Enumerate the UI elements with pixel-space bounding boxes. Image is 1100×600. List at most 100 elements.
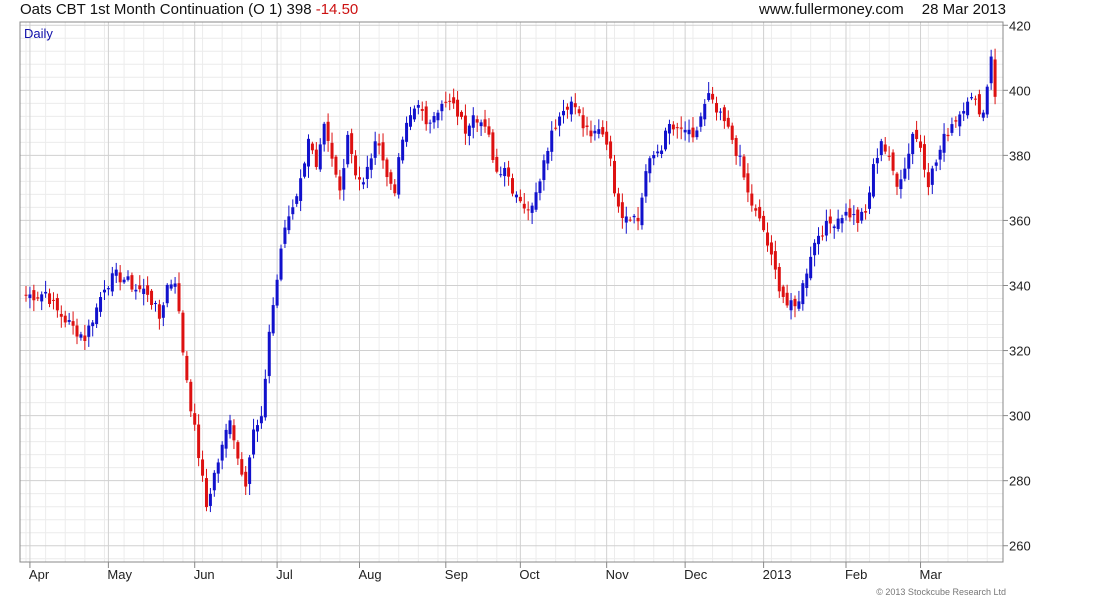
x-tick-label: Dec [684, 567, 708, 582]
candle-body [671, 124, 675, 130]
candle-body [32, 290, 36, 301]
candle-body [530, 205, 534, 213]
candle-body [48, 293, 52, 304]
candle-body [766, 232, 770, 246]
candle-body [397, 157, 401, 195]
candle-body [314, 149, 318, 167]
candle-body [581, 115, 585, 129]
candle-body [412, 108, 416, 120]
candle-body [452, 97, 456, 104]
candle-body [907, 153, 911, 169]
candle-body [977, 94, 981, 115]
candle-body [40, 294, 44, 302]
candle-body [487, 126, 491, 135]
candle-body [703, 103, 707, 120]
candle-body [236, 442, 240, 459]
candle-body [330, 142, 334, 159]
candle-body [55, 298, 59, 311]
candle-body [71, 321, 75, 326]
candle-body [150, 290, 154, 305]
candle-body [63, 315, 67, 323]
candle-body [856, 209, 860, 223]
candle-body [911, 133, 915, 155]
candle-body [393, 184, 397, 194]
candle-body [919, 141, 923, 148]
x-tick-label: Sep [445, 567, 468, 582]
candle-body [699, 116, 703, 127]
candle-body [373, 141, 377, 158]
candle-body [511, 178, 514, 194]
candle-body [216, 462, 220, 474]
candle-body [926, 172, 930, 188]
x-tick-label: Aug [358, 567, 381, 582]
candle-body [83, 335, 87, 341]
candle-body [303, 163, 307, 177]
candle-body [467, 125, 471, 136]
candle-body [930, 168, 934, 185]
candle-body [354, 155, 358, 176]
candle-body [436, 112, 440, 121]
candle-body [981, 112, 985, 118]
candle-body [660, 150, 664, 154]
candle-body [554, 127, 558, 129]
candle-body [385, 159, 389, 178]
candle-body [142, 288, 146, 295]
candle-body [350, 133, 354, 154]
candle-body [962, 111, 966, 114]
candle-body [369, 158, 373, 170]
candle-body [67, 320, 71, 322]
candle-body [161, 305, 165, 318]
candle-body [675, 127, 679, 129]
candle-body [275, 279, 279, 306]
candle-body [28, 294, 32, 299]
candle-body [985, 86, 989, 115]
x-tick-label: Apr [29, 567, 50, 582]
candle-body [664, 130, 668, 150]
candle-body [444, 101, 448, 103]
candle-body [240, 459, 244, 475]
candle-body [534, 192, 538, 210]
candle-body [428, 122, 432, 124]
copyright-notice: © 2013 Stockcube Research Ltd [876, 587, 1006, 597]
candle-body [118, 272, 122, 283]
candle-body [499, 174, 503, 176]
candle-body [424, 106, 428, 125]
candle-body [734, 138, 738, 157]
y-tick-label: 300 [1009, 409, 1031, 424]
candle-body [306, 138, 310, 167]
x-tick-label: Jul [276, 567, 293, 582]
candle-body [44, 291, 48, 294]
candle-body [463, 115, 467, 134]
candle-body [114, 269, 118, 276]
candle-body [613, 160, 617, 194]
candle-body [255, 425, 259, 432]
candle-body [860, 211, 864, 221]
candle-body [318, 144, 322, 170]
candle-body [503, 168, 507, 177]
candle-body [291, 207, 295, 215]
candle-body [75, 325, 79, 337]
candle-body [134, 289, 138, 292]
candlestick-chart: 260 280 300 320 340 360 380 400 420 Apr May Jun Jul A… [19, 18, 1031, 582]
candle-body [310, 143, 314, 151]
candle-body [620, 202, 624, 219]
candle-body [573, 103, 577, 108]
candle-body [193, 413, 197, 425]
candle-body [769, 242, 773, 255]
candle-body [942, 133, 946, 153]
candle-body [817, 235, 821, 245]
candle-body [146, 285, 150, 295]
candle-body [389, 172, 393, 184]
candle-body [958, 114, 962, 127]
candle-body [750, 193, 754, 206]
candle-body [832, 226, 836, 229]
candle-body [279, 248, 283, 280]
candle-body [973, 98, 977, 100]
candle-body [153, 303, 157, 305]
candle-body [381, 142, 385, 161]
candle-body [346, 134, 350, 165]
candle-body [946, 134, 950, 137]
candle-body [722, 107, 726, 122]
candle-body [173, 283, 177, 287]
y-tick-label: 400 [1009, 83, 1031, 98]
